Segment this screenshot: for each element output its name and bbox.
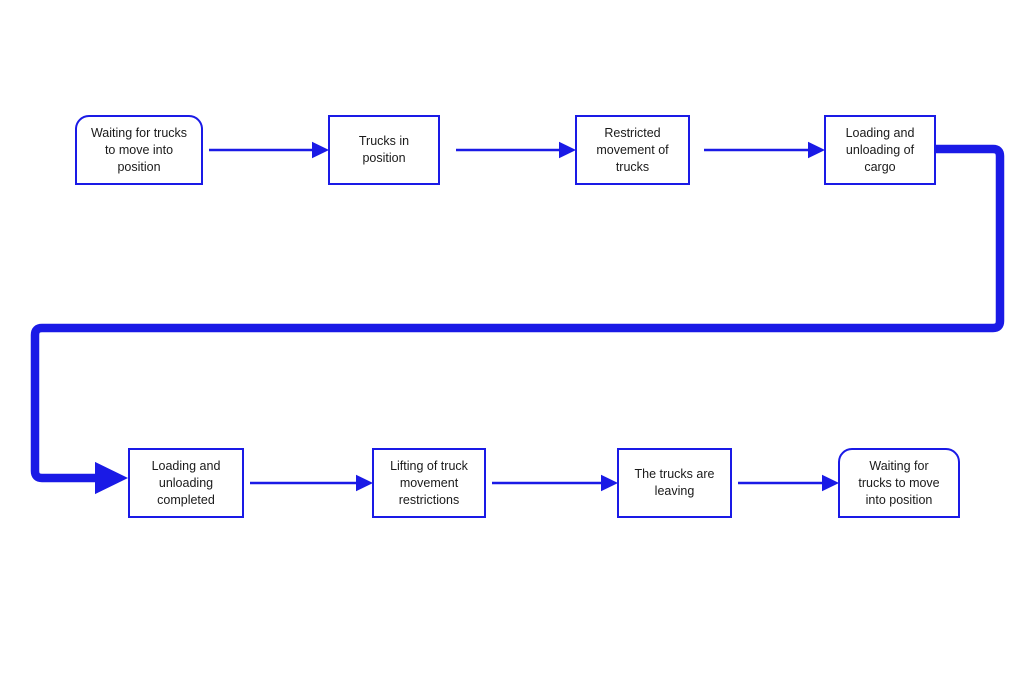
- node-trucks-in-position[interactable]: Trucks in position: [328, 115, 440, 185]
- node-lifting-of-truck-movement-restrictions[interactable]: Lifting of truck movement restrictions: [372, 448, 486, 518]
- node-loading-and-unloading-of-cargo[interactable]: Loading and unloading of cargo: [824, 115, 936, 185]
- flowchart-canvas: Waiting for trucks to move into position…: [0, 0, 1024, 683]
- node-label: Waiting for trucks to move into position: [858, 458, 940, 507]
- node-restricted-movement-of-trucks[interactable]: Restricted movement of trucks: [575, 115, 690, 185]
- node-label: Restricted movement of trucks: [596, 125, 669, 174]
- connector-n4-n5-wrap: [30, 144, 1005, 495]
- flowchart-connectors-layer: [30, 141, 1005, 495]
- node-the-trucks-are-leaving[interactable]: The trucks are leaving: [617, 448, 732, 518]
- node-label: Waiting for trucks to move into position: [90, 125, 188, 174]
- node-label: Trucks in position: [358, 134, 410, 165]
- node-loading-and-unloading-completed[interactable]: Loading and unloading completed: [128, 448, 244, 518]
- node-label: Lifting of truck movement restrictions: [390, 458, 468, 507]
- node-label: The trucks are leaving: [634, 467, 715, 498]
- node-label: Loading and unloading completed: [151, 458, 221, 507]
- node-waiting-for-trucks-to-move-into-position-end[interactable]: Waiting for trucks to move into position: [838, 448, 960, 518]
- node-waiting-for-trucks-to-move-into-position[interactable]: Waiting for trucks to move into position: [75, 115, 203, 185]
- node-label: Loading and unloading of cargo: [845, 125, 915, 174]
